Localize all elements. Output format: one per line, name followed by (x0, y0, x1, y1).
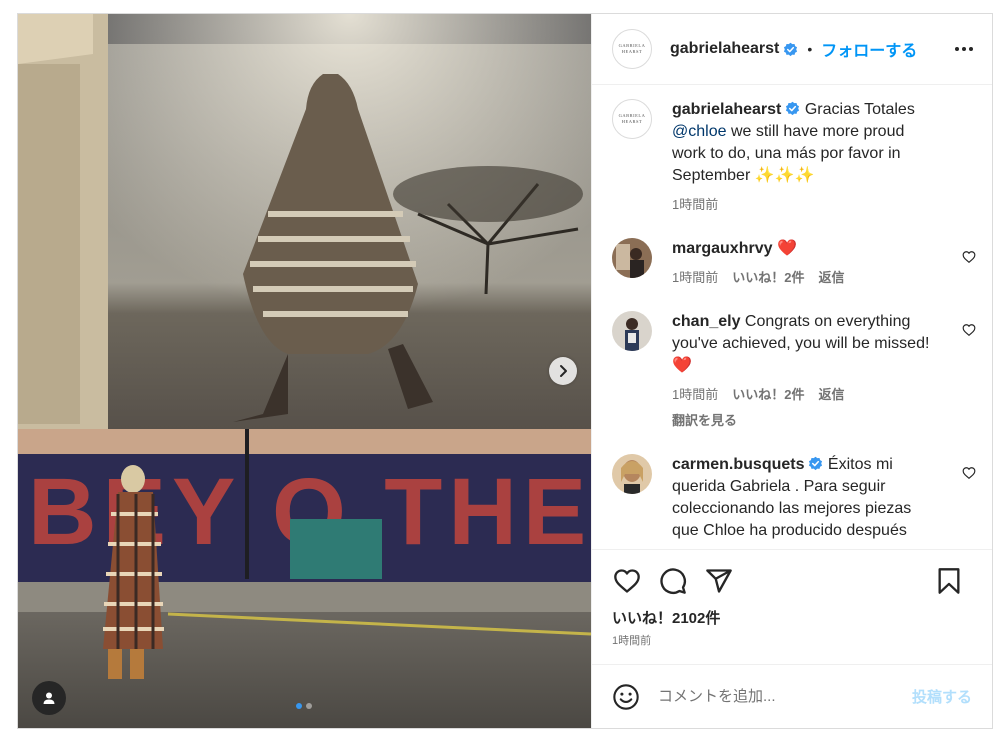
post-sidebar: GABRIELA HEARST gabrielahearst • フォローする (591, 14, 992, 728)
chevron-right-icon (560, 365, 567, 377)
caption-author-avatar[interactable]: GABRIELA HEARST (612, 99, 652, 139)
comment-item: chan_ely Congrats on everything you've a… (612, 311, 976, 432)
header-separator: • (807, 41, 813, 57)
bookmark-icon (938, 568, 960, 594)
comment-avatar[interactable] (612, 238, 652, 278)
follow-button[interactable]: フォローする (821, 37, 917, 61)
carousel-indicator (296, 703, 312, 709)
caption-meta: 1時間前 (672, 194, 938, 216)
comment-item: margauxhrvy ❤️ 1時間前 いいね！2件 返信 (612, 238, 976, 289)
comment-time[interactable]: 1時間前 (672, 384, 718, 406)
comments-list[interactable]: GABRIELA HEARST gabrielahearst Gracias T… (592, 85, 992, 549)
comment-text: ❤️ (772, 240, 797, 257)
post-header: GABRIELA HEARST gabrielahearst • フォローする (592, 14, 992, 85)
post-actions-section: いいね！2102件 1時間前 (592, 549, 992, 664)
caption-username[interactable]: gabrielahearst (672, 101, 781, 118)
carousel-dot (306, 703, 312, 709)
user-tag-icon (43, 692, 55, 704)
caption-body: gabrielahearst Gracias Totales @chloe we… (672, 99, 938, 216)
comment-meta: 1時間前 いいね！2件 返信 (672, 384, 938, 406)
share-button[interactable] (704, 566, 734, 596)
comment-body: carmen.busquets Éxitos mi querida Gabrie… (672, 454, 938, 542)
reply-button[interactable]: 返信 (818, 267, 844, 289)
heart-icon (614, 569, 640, 593)
save-button[interactable] (934, 566, 964, 596)
emoji-icon[interactable] (612, 683, 640, 711)
more-options-button[interactable] (952, 37, 976, 61)
caption-mention-link[interactable]: @chloe (672, 123, 727, 140)
caption-time[interactable]: 1時間前 (672, 194, 718, 216)
avatar-photo (612, 454, 652, 494)
comment-likes[interactable]: いいね！2件 (732, 267, 804, 289)
add-comment-bar: 投稿する (592, 664, 992, 728)
comment-username[interactable]: margauxhrvy (672, 240, 773, 257)
more-options-icon (955, 47, 973, 51)
reply-button[interactable]: 返信 (818, 384, 844, 406)
comment-icon (660, 568, 686, 594)
verified-badge-icon (809, 456, 823, 471)
author-avatar[interactable]: GABRIELA HEARST (612, 29, 652, 69)
photo-scene: BEY O THE (18, 14, 591, 728)
comment-body: margauxhrvy ❤️ 1時間前 いいね！2件 返信 (672, 238, 938, 289)
caption-text-start: Gracias Totales (800, 101, 915, 118)
comment-likes[interactable]: いいね！2件 (732, 384, 804, 406)
post-photo[interactable]: BEY O THE (18, 14, 591, 728)
comment-item: carmen.busquets Éxitos mi querida Gabrie… (612, 454, 976, 542)
comment-body: chan_ely Congrats on everything you've a… (672, 311, 938, 432)
see-translation-link[interactable]: 翻訳を見る (672, 410, 938, 432)
comment-time[interactable]: 1時間前 (672, 267, 718, 289)
carousel-dot-active (296, 703, 302, 709)
post-caption: GABRIELA HEARST gabrielahearst Gracias T… (612, 99, 976, 216)
tagged-users-button[interactable] (32, 681, 66, 715)
brand-logo-text: GABRIELA HEARST (618, 113, 646, 124)
comment-username[interactable]: carmen.busquets (672, 456, 804, 473)
comment-avatar[interactable] (612, 311, 652, 351)
like-button[interactable] (612, 566, 642, 596)
heart-icon[interactable] (962, 250, 976, 264)
comment-meta: 1時間前 いいね！2件 返信 (672, 267, 938, 289)
post-timestamp[interactable]: 1時間前 (612, 632, 972, 648)
verified-badge-icon (786, 101, 800, 116)
verified-badge-icon (784, 42, 798, 56)
brand-logo-text: GABRIELA HEARST (618, 43, 646, 54)
post-dialog: BEY O THE GABRIELA HEARST gabrielahearst… (17, 13, 993, 729)
heart-icon[interactable] (962, 466, 976, 480)
comment-avatar[interactable] (612, 454, 652, 494)
heart-icon[interactable] (962, 323, 976, 337)
action-bar (612, 564, 972, 598)
avatar-photo (612, 311, 652, 351)
avatar-photo (612, 238, 652, 278)
comment-input[interactable] (658, 688, 878, 705)
like-count[interactable]: いいね！2102件 (612, 607, 972, 628)
next-photo-button[interactable] (549, 357, 577, 385)
share-icon (706, 569, 732, 593)
author-username[interactable]: gabrielahearst (670, 40, 779, 58)
comment-button[interactable] (658, 566, 688, 596)
post-comment-button[interactable]: 投稿する (912, 686, 972, 707)
comment-username[interactable]: chan_ely (672, 313, 740, 330)
